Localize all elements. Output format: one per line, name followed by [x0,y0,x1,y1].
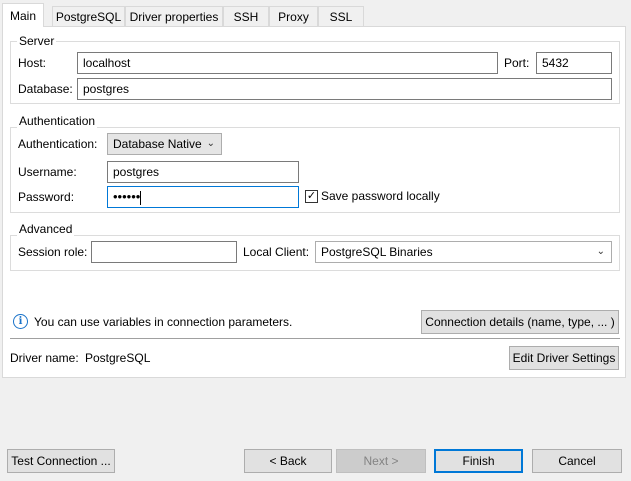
local-client-select[interactable]: PostgreSQL Binaries ⌄ [315,241,612,263]
tab-main[interactable]: Main [2,3,44,27]
advanced-legend: Advanced [17,222,75,236]
save-password-label[interactable]: Save password locally [321,185,440,207]
session-role-label: Session role: [18,245,88,259]
test-connection-button[interactable]: Test Connection ... [7,449,115,473]
port-label: Port: [504,56,530,70]
connection-details-button[interactable]: Connection details (name, type, ... ) [421,310,619,334]
save-password-checkbox[interactable]: ✓ [305,190,318,203]
local-client-label: Local Client: [243,245,310,259]
local-client-select-value: PostgreSQL Binaries [321,245,433,259]
cancel-button[interactable]: Cancel [532,449,622,473]
next-button[interactable]: Next > [336,449,426,473]
tab-driver-properties[interactable]: Driver properties [125,6,223,26]
username-input[interactable]: postgres [107,161,299,183]
session-role-input[interactable] [91,241,237,263]
password-input[interactable]: •••••• [107,186,299,208]
authentication-select-value: Database Native [113,137,202,151]
database-input[interactable]: postgres [77,78,612,100]
tab-ssl[interactable]: SSL [318,6,364,26]
host-label: Host: [18,56,47,70]
authentication-label: Authentication: [18,137,98,151]
back-button[interactable]: < Back [244,449,332,473]
tab-postgresql[interactable]: PostgreSQL [52,6,125,26]
edit-driver-settings-button[interactable]: Edit Driver Settings [509,346,619,370]
divider [10,338,620,339]
password-label: Password: [18,190,75,204]
authentication-select[interactable]: Database Native ⌄ [107,133,222,155]
chevron-down-icon: ⌄ [206,138,215,149]
info-text: You can use variables in connection para… [34,315,293,329]
database-label: Database: [18,82,73,96]
info-icon: i [13,314,28,329]
driver-name-value: PostgreSQL [85,351,151,365]
username-label: Username: [18,165,77,179]
port-input[interactable]: 5432 [536,52,612,74]
authentication-legend: Authentication [17,114,98,128]
host-input[interactable]: localhost [77,52,498,74]
password-mask: •••••• [113,189,141,204]
tab-proxy[interactable]: Proxy [269,6,318,26]
finish-button[interactable]: Finish [434,449,523,473]
chevron-down-icon: ⌄ [596,246,605,257]
driver-name-label: Driver name: [10,351,79,365]
tab-ssh[interactable]: SSH [223,6,269,26]
server-legend: Server [17,34,57,48]
